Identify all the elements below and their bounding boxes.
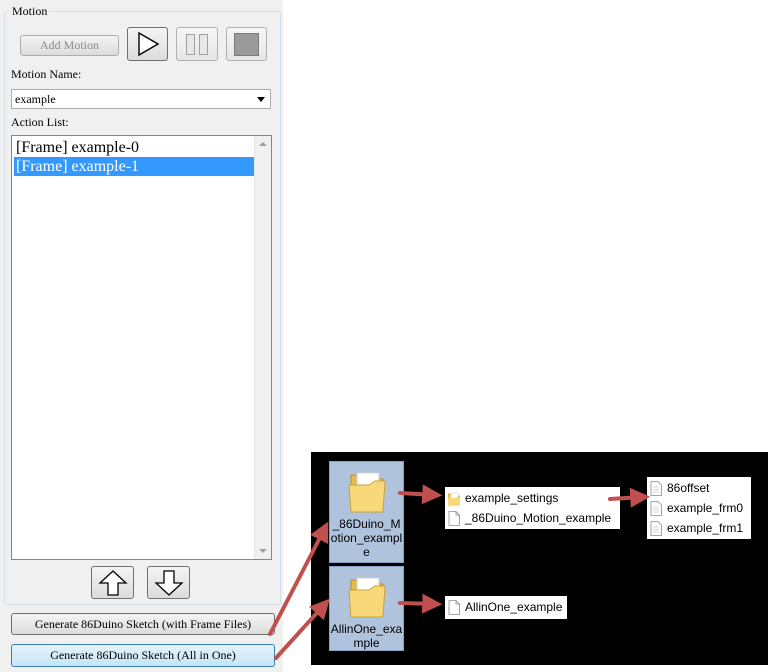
- play-icon: [137, 31, 159, 57]
- stop-icon: [234, 32, 259, 56]
- file-name: example_frm1: [667, 521, 744, 535]
- file-list-item[interactable]: _86Duino_Motion_example: [445, 508, 611, 528]
- stop-button[interactable]: [226, 27, 267, 61]
- action-list[interactable]: [Frame] example-0 [Frame] example-1: [11, 135, 272, 560]
- folder-motion-example-label: _86Duino_Motion_example: [330, 517, 403, 559]
- folder-allinone-example[interactable]: AllinOne_example: [329, 566, 404, 651]
- pause-button[interactable]: [176, 27, 218, 61]
- motion-name-select[interactable]: example: [11, 89, 271, 109]
- settings-folder-contents: 86offset example_frm0 example_frm1: [647, 477, 751, 539]
- file-name: AllinOne_example: [465, 600, 563, 614]
- file-name: 86offset: [667, 481, 710, 495]
- folder-icon: [347, 577, 386, 618]
- file-icon: [650, 500, 662, 516]
- arrow-down-icon: [153, 569, 184, 596]
- action-list-scrollbar[interactable]: [254, 136, 271, 559]
- folder-motion-example[interactable]: _86Duino_Motion_example: [329, 461, 404, 563]
- scroll-up-icon[interactable]: [259, 142, 267, 146]
- file-name: example_frm0: [667, 501, 744, 515]
- generate-sketch-frame-files-button[interactable]: Generate 86Duino Sketch (with Frame File…: [11, 613, 275, 635]
- file-name: _86Duino_Motion_example: [465, 511, 612, 525]
- scroll-down-icon[interactable]: [259, 549, 267, 553]
- add-motion-button[interactable]: Add Motion: [20, 35, 119, 56]
- folder-icon: [347, 472, 386, 513]
- file-explorer-illustration: _86Duino_Motion_example AllinOne_example…: [311, 452, 768, 665]
- action-list-item[interactable]: [Frame] example-0: [14, 138, 255, 157]
- folder-allinone-example-label: AllinOne_example: [330, 622, 403, 650]
- file-name: example_settings: [465, 491, 559, 505]
- motion-name-value: example: [15, 91, 56, 106]
- motion-panel: Motion Add Motion Motion Name: example A…: [0, 0, 283, 672]
- pause-icon: [184, 33, 210, 55]
- file-icon: [448, 599, 460, 615]
- file-list-item[interactable]: AllinOne_example: [445, 597, 562, 617]
- allinone-folder-contents: AllinOne_example: [445, 596, 567, 619]
- motion-folder-contents: example_settings _86Duino_Motion_example: [445, 487, 620, 529]
- motion-name-label: Motion Name:: [11, 67, 82, 81]
- arrow-up-icon: [97, 569, 128, 596]
- action-list-label: Action List:: [11, 115, 69, 129]
- file-list-item[interactable]: 86offset: [647, 478, 709, 498]
- folder-icon: [448, 492, 460, 505]
- motion-group-title: Motion: [9, 4, 51, 19]
- move-down-button[interactable]: [147, 566, 190, 599]
- play-button[interactable]: [127, 27, 168, 61]
- chevron-down-icon[interactable]: [257, 96, 265, 102]
- generate-sketch-all-in-one-button[interactable]: Generate 86Duino Sketch (All in One): [11, 644, 275, 667]
- move-up-button[interactable]: [91, 566, 134, 599]
- file-list-item[interactable]: example_frm0: [647, 498, 743, 518]
- action-list-item-selected[interactable]: [Frame] example-1: [14, 157, 255, 176]
- file-icon: [650, 480, 662, 496]
- file-icon: [448, 510, 460, 526]
- file-icon: [650, 520, 662, 536]
- file-list-item[interactable]: example_settings: [445, 488, 558, 508]
- file-list-item[interactable]: example_frm1: [647, 518, 743, 538]
